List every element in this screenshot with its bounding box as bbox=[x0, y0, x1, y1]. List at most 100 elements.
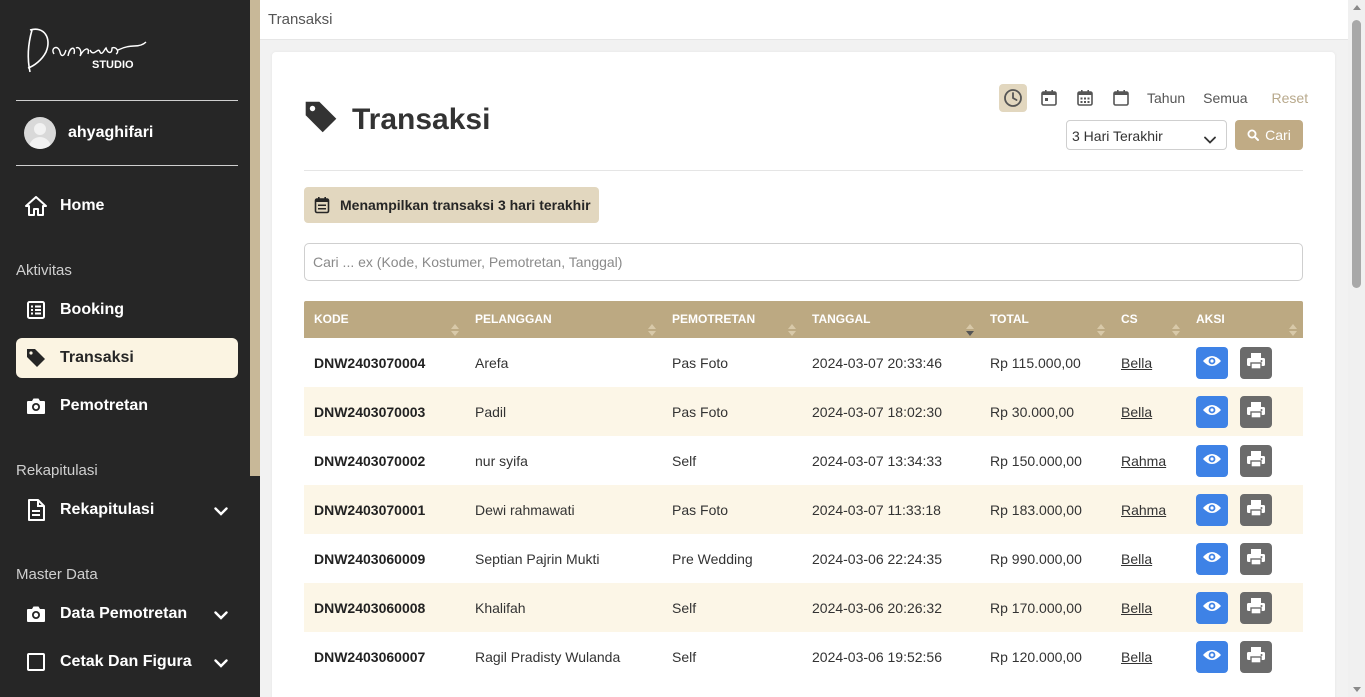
sidebar-item-label: Home bbox=[60, 197, 105, 214]
print-button[interactable] bbox=[1240, 640, 1272, 673]
user-profile[interactable]: ahyaghifari bbox=[0, 101, 250, 165]
view-button[interactable] bbox=[1196, 346, 1228, 379]
cell-pemotretan: Pas Foto bbox=[672, 354, 729, 371]
date-range-select[interactable]: 3 Hari Terakhir bbox=[1066, 120, 1227, 150]
date-range-value: 3 Hari Terakhir bbox=[1072, 128, 1163, 144]
filter-notice-text: Menampilkan transaksi 3 hari terakhir bbox=[340, 197, 591, 213]
logo-mark: STUDIO bbox=[27, 28, 147, 73]
sort-desc-icon bbox=[966, 314, 974, 351]
filter-month-button[interactable] bbox=[1107, 84, 1135, 112]
view-button[interactable] bbox=[1196, 640, 1228, 673]
sidebar-item-label: Rekapitulasi bbox=[60, 501, 155, 518]
view-button[interactable] bbox=[1196, 591, 1228, 624]
print-button[interactable] bbox=[1240, 591, 1272, 624]
transactions-table: KODE PELANGGAN PEMOTRETAN TANGGAL TOTAL … bbox=[304, 301, 1303, 681]
scroll-down-arrow-icon[interactable] bbox=[1353, 687, 1361, 692]
sidebar-item-pemotretan[interactable]: Pemotretan bbox=[16, 386, 238, 426]
table-row[interactable]: DNW2403060008 Khalifah Self 2024-03-06 20:2… bbox=[304, 583, 1303, 632]
column-header-pelanggan[interactable]: PELANGGAN bbox=[465, 301, 662, 338]
cell-pelanggan: Khalifah bbox=[475, 599, 526, 616]
column-header-label: KODE bbox=[314, 312, 349, 326]
column-header-label: PELANGGAN bbox=[475, 312, 552, 326]
table-row[interactable]: DNW2403070001 Dewi rahmawati Pas Foto 2024-… bbox=[304, 485, 1303, 534]
avatar bbox=[24, 117, 56, 149]
print-button[interactable] bbox=[1240, 493, 1272, 526]
cell-tanggal: 2024-03-07 18:02:30 bbox=[812, 403, 942, 420]
table-search-input[interactable] bbox=[305, 244, 1302, 280]
print-button[interactable] bbox=[1240, 395, 1272, 428]
sidebar-item-label: Data Pemotretan bbox=[60, 605, 188, 622]
table-row[interactable]: DNW2403070002 nur syifa Self 2024-03-07 13:… bbox=[304, 436, 1303, 485]
cell-aksi bbox=[1186, 493, 1303, 526]
camera-icon bbox=[25, 395, 47, 417]
cs-link[interactable]: Bella bbox=[1121, 551, 1152, 567]
eye-icon bbox=[1202, 403, 1222, 420]
sidebar-item-label: Cetak Dan Figura bbox=[60, 653, 192, 670]
sidebar-item-transaksi[interactable]: Transaksi bbox=[16, 338, 238, 378]
cell-cs: Bella bbox=[1111, 355, 1186, 371]
view-button[interactable] bbox=[1196, 542, 1228, 575]
filter-year-button[interactable]: Tahun bbox=[1147, 90, 1185, 106]
cell-pelanggan: Dewi rahmawati bbox=[475, 501, 575, 518]
filter-notice-badge: Menampilkan transaksi 3 hari terakhir bbox=[304, 187, 599, 223]
cell-cs: Bella bbox=[1111, 600, 1186, 616]
list-icon bbox=[25, 299, 47, 321]
sidebar: STUDIO ahyaghifari Home Aktivitas Bookin… bbox=[0, 0, 250, 697]
document-icon bbox=[25, 499, 47, 521]
print-button[interactable] bbox=[1240, 542, 1272, 575]
filter-reset-button[interactable]: Reset bbox=[1272, 90, 1309, 106]
scroll-up-arrow-icon[interactable] bbox=[1353, 5, 1361, 10]
column-header-kode[interactable]: KODE bbox=[304, 301, 465, 338]
filter-day-button[interactable] bbox=[1035, 84, 1063, 112]
table-row[interactable]: DNW2403060009 Septian Pajrin Mukti Pre Wed… bbox=[304, 534, 1303, 583]
sort-icon bbox=[788, 314, 796, 351]
view-button[interactable] bbox=[1196, 395, 1228, 428]
sidebar-accent-strip-dark bbox=[250, 476, 260, 697]
column-header-total[interactable]: TOTAL bbox=[980, 301, 1111, 338]
search-button[interactable]: Cari bbox=[1235, 120, 1303, 150]
sidebar-item-label: Booking bbox=[60, 301, 124, 318]
sidebar-item-home[interactable]: Home bbox=[16, 186, 238, 226]
view-button[interactable] bbox=[1196, 444, 1228, 477]
scrollbar[interactable] bbox=[1348, 0, 1365, 697]
filter-all-button[interactable]: Semua bbox=[1203, 90, 1247, 106]
filter-week-button[interactable] bbox=[1071, 84, 1099, 112]
column-header-pemotretan[interactable]: PEMOTRETAN bbox=[662, 301, 802, 338]
eye-icon bbox=[1202, 452, 1222, 469]
main-card: Transaksi Tahun Semua Reset 3 Hari Terak… bbox=[272, 52, 1335, 697]
cs-link[interactable]: Bella bbox=[1121, 404, 1152, 420]
brand-logo[interactable]: STUDIO bbox=[0, 0, 250, 100]
column-header-tanggal[interactable]: TANGGAL bbox=[802, 301, 980, 338]
date-filter-bar: Tahun Semua Reset bbox=[999, 84, 1308, 112]
cell-kode: DNW2403070004 bbox=[314, 354, 426, 371]
sort-icon bbox=[1172, 314, 1180, 351]
column-header-cs[interactable]: CS bbox=[1111, 301, 1186, 338]
cell-total: Rp 30.000,00 bbox=[990, 403, 1075, 420]
cs-link[interactable]: Bella bbox=[1121, 649, 1152, 665]
topbar: Transaksi bbox=[260, 0, 1348, 40]
table-row[interactable]: DNW2403070003 Padil Pas Foto 2024-03-07 18:… bbox=[304, 387, 1303, 436]
cell-pelanggan: nur syifa bbox=[475, 452, 528, 469]
filter-recent-button[interactable] bbox=[999, 84, 1027, 112]
scrollbar-thumb[interactable] bbox=[1352, 20, 1361, 288]
cell-kode: DNW2403060009 bbox=[314, 550, 426, 567]
sidebar-item-data-pemotretan[interactable]: Data Pemotretan bbox=[16, 594, 238, 634]
square-icon bbox=[25, 651, 47, 673]
cs-link[interactable]: Rahma bbox=[1121, 453, 1166, 469]
print-button[interactable] bbox=[1240, 444, 1272, 477]
sidebar-item-booking[interactable]: Booking bbox=[16, 290, 238, 330]
cs-link[interactable]: Rahma bbox=[1121, 502, 1166, 518]
print-button[interactable] bbox=[1240, 346, 1272, 379]
column-header-label: PEMOTRETAN bbox=[672, 312, 756, 326]
column-header-aksi[interactable]: AKSI bbox=[1186, 301, 1303, 338]
table-search-field[interactable] bbox=[304, 243, 1303, 281]
sidebar-item-rekapitulasi[interactable]: Rekapitulasi bbox=[16, 490, 238, 530]
chevron-down-icon bbox=[214, 655, 228, 673]
cs-link[interactable]: Bella bbox=[1121, 600, 1152, 616]
cs-link[interactable]: Bella bbox=[1121, 355, 1152, 371]
sidebar-item-cetak-figura[interactable]: Cetak Dan Figura bbox=[16, 642, 238, 682]
calendar-day-icon bbox=[1041, 90, 1057, 106]
view-button[interactable] bbox=[1196, 493, 1228, 526]
table-row[interactable]: DNW2403060007 Ragil Pradisty Wulanda Self 2… bbox=[304, 632, 1303, 681]
cell-pelanggan: Ragil Pradisty Wulanda bbox=[475, 648, 621, 665]
